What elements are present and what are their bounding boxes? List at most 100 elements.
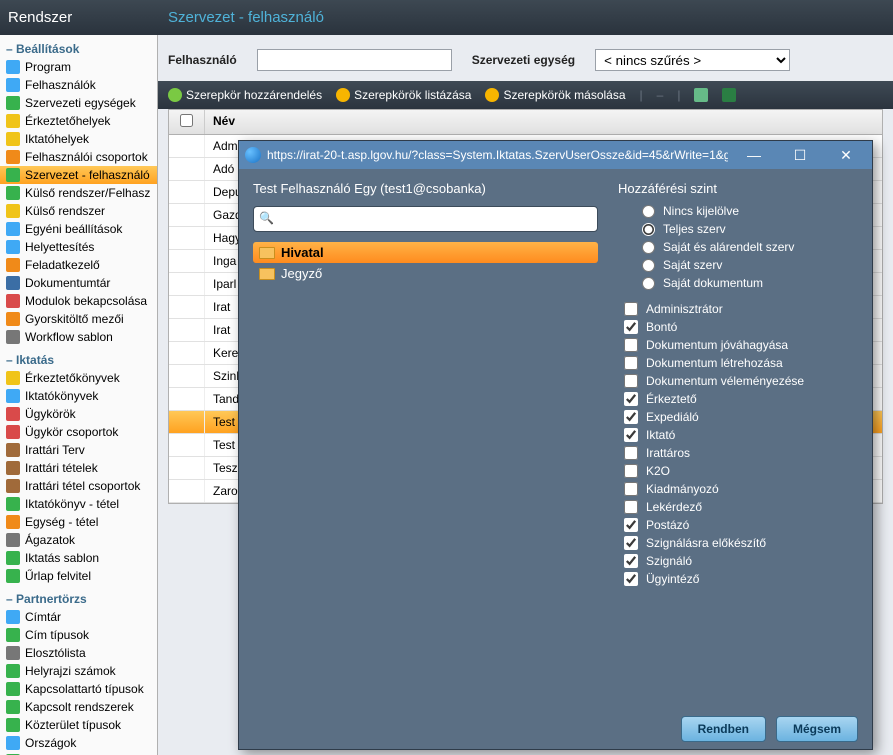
role-checkbox[interactable]: [624, 428, 638, 442]
role-checkbox[interactable]: [624, 356, 638, 370]
role-check-row[interactable]: Dokumentum véleményezése: [618, 372, 858, 390]
role-checkbox[interactable]: [624, 320, 638, 334]
role-checkbox[interactable]: [624, 446, 638, 460]
sidebar-item[interactable]: Szervezet - felhasználó: [0, 166, 157, 184]
access-radio-row[interactable]: Nincs kijelölve: [618, 202, 858, 220]
role-checkbox[interactable]: [624, 464, 638, 478]
tree-search-input[interactable]: [253, 206, 598, 232]
sidebar-item[interactable]: Ügykör csoportok: [0, 423, 157, 441]
minimize-button[interactable]: —: [734, 147, 774, 163]
access-radio[interactable]: [642, 205, 655, 218]
role-checkbox[interactable]: [624, 374, 638, 388]
tree-item[interactable]: Jegyző: [253, 263, 598, 284]
copy-roles-button[interactable]: Szerepkörök másolása: [485, 88, 625, 102]
sidebar-item[interactable]: Egyéni beállítások: [0, 220, 157, 238]
sidebar-section[interactable]: Beállítások: [0, 39, 157, 58]
sidebar-item[interactable]: Helyrajzi számok: [0, 662, 157, 680]
sidebar-item[interactable]: Címtár: [0, 608, 157, 626]
column-header-name[interactable]: Név: [205, 110, 882, 134]
role-check-row[interactable]: Kiadmányozó: [618, 480, 858, 498]
ok-button[interactable]: Rendben: [681, 716, 766, 742]
role-checkbox[interactable]: [624, 572, 638, 586]
access-radio-row[interactable]: Saját dokumentum: [618, 274, 858, 292]
role-check-row[interactable]: Expediáló: [618, 408, 858, 426]
role-check-row[interactable]: Postázó: [618, 516, 858, 534]
sidebar-item[interactable]: Irattári tételek: [0, 459, 157, 477]
access-radio-row[interactable]: Saját és alárendelt szerv: [618, 238, 858, 256]
role-checkbox[interactable]: [624, 554, 638, 568]
sidebar-item[interactable]: Feladatkezelő: [0, 256, 157, 274]
role-check-row[interactable]: Iktató: [618, 426, 858, 444]
sidebar-section[interactable]: Partnertörzs: [0, 589, 157, 608]
sidebar-item[interactable]: Iktatókönyvek: [0, 387, 157, 405]
select-all-checkbox[interactable]: [180, 114, 193, 127]
role-check-row[interactable]: Ügyintéző: [618, 570, 858, 588]
role-check-row[interactable]: Lekérdező: [618, 498, 858, 516]
sidebar-item[interactable]: Iktatóhelyek: [0, 130, 157, 148]
sidebar-item[interactable]: Kapcsolattartó típusok: [0, 680, 157, 698]
role-check-row[interactable]: Érkeztető: [618, 390, 858, 408]
user-filter-input[interactable]: [257, 49, 452, 71]
role-check-row[interactable]: K2O: [618, 462, 858, 480]
sidebar-item[interactable]: Cím típusok: [0, 626, 157, 644]
sidebar-item[interactable]: Ügykörök: [0, 405, 157, 423]
role-check-row[interactable]: Dokumentum jóváhagyása: [618, 336, 858, 354]
print-icon[interactable]: [694, 88, 708, 102]
sidebar-item[interactable]: Iktatókönyv - tétel: [0, 495, 157, 513]
sidebar-item[interactable]: Kapcsolt rendszerek: [0, 698, 157, 716]
access-radio-row[interactable]: Teljes szerv: [618, 220, 858, 238]
sidebar-item[interactable]: Külső rendszer/Felhasz: [0, 184, 157, 202]
list-roles-button[interactable]: Szerepkörök listázása: [336, 88, 471, 102]
sidebar-item[interactable]: Érkeztetőkönyvek: [0, 369, 157, 387]
role-checkbox[interactable]: [624, 500, 638, 514]
close-button[interactable]: ✕: [826, 147, 866, 164]
role-checkbox[interactable]: [624, 392, 638, 406]
role-checkbox[interactable]: [624, 482, 638, 496]
sidebar-item[interactable]: Dokumentumtár: [0, 274, 157, 292]
role-checkbox[interactable]: [624, 302, 638, 316]
sidebar-item[interactable]: Irattári Terv: [0, 441, 157, 459]
role-check-row[interactable]: Irattáros: [618, 444, 858, 462]
sidebar-item[interactable]: Szervezeti egységek: [0, 94, 157, 112]
sidebar-section[interactable]: Iktatás: [0, 350, 157, 369]
access-radio-row[interactable]: Saját szerv: [618, 256, 858, 274]
sidebar-item[interactable]: Program: [0, 58, 157, 76]
sidebar-item[interactable]: Űrlap felvitel: [0, 567, 157, 585]
role-check-row[interactable]: Adminisztrátor: [618, 300, 858, 318]
maximize-button[interactable]: ☐: [780, 147, 820, 164]
sidebar-item[interactable]: Külső rendszer: [0, 202, 157, 220]
sidebar-item[interactable]: Gyorskitöltő mezői: [0, 310, 157, 328]
assign-role-button[interactable]: Szerepkör hozzárendelés: [168, 88, 322, 102]
org-filter-select[interactable]: < nincs szűrés >: [595, 49, 790, 71]
dialog-titlebar[interactable]: https://irat-20-t.asp.lgov.hu/?class=Sys…: [239, 141, 872, 169]
role-checkbox[interactable]: [624, 518, 638, 532]
access-radio[interactable]: [642, 223, 655, 236]
role-check-row[interactable]: Szignálásra előkészítő: [618, 534, 858, 552]
role-check-row[interactable]: Bontó: [618, 318, 858, 336]
cancel-button[interactable]: Mégsem: [776, 716, 858, 742]
sidebar-item[interactable]: Workflow sablon: [0, 328, 157, 346]
tree-item[interactable]: Hivatal: [253, 242, 598, 263]
sidebar-item[interactable]: Egység - tétel: [0, 513, 157, 531]
sidebar-item[interactable]: Iktatás sablon: [0, 549, 157, 567]
sidebar-item[interactable]: Irattári tétel csoportok: [0, 477, 157, 495]
sidebar-item[interactable]: Felhasználói csoportok: [0, 148, 157, 166]
role-check-row[interactable]: Szignáló: [618, 552, 858, 570]
access-radio[interactable]: [642, 277, 655, 290]
access-radio[interactable]: [642, 241, 655, 254]
access-radio[interactable]: [642, 259, 655, 272]
role-checkbox[interactable]: [624, 410, 638, 424]
role-checkbox[interactable]: [624, 338, 638, 352]
sidebar-item[interactable]: Modulok bekapcsolása: [0, 292, 157, 310]
sidebar-item[interactable]: Elosztólista: [0, 644, 157, 662]
sidebar-item[interactable]: Ágazatok: [0, 531, 157, 549]
sidebar-item[interactable]: Érkeztetőhelyek: [0, 112, 157, 130]
sidebar-item[interactable]: Országok: [0, 734, 157, 752]
role-checkbox[interactable]: [624, 536, 638, 550]
sidebar-item[interactable]: Felhasználók: [0, 76, 157, 94]
sidebar-item-icon: [6, 294, 20, 308]
sidebar-item[interactable]: Közterület típusok: [0, 716, 157, 734]
sidebar-item[interactable]: Helyettesítés: [0, 238, 157, 256]
excel-icon[interactable]: [722, 88, 736, 102]
role-check-row[interactable]: Dokumentum létrehozása: [618, 354, 858, 372]
